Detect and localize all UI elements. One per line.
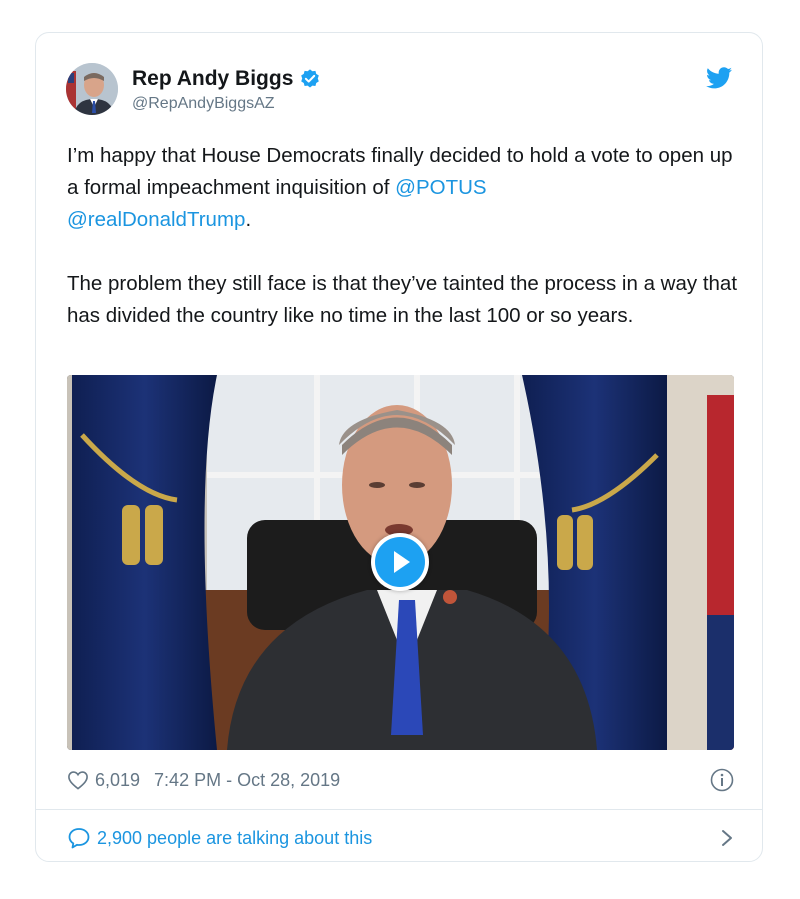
tweet-timestamp[interactable]: 7:42 PM - Oct 28, 2019 [154,770,340,791]
like-count[interactable]: 6,019 [95,770,140,791]
tweet-text: I’m happy that House Democrats finally d… [67,140,747,332]
info-icon[interactable] [710,768,734,792]
tweet-text-part: . [245,208,252,231]
play-icon [375,537,425,587]
author-display-name[interactable]: Rep Andy Biggs [132,67,293,91]
mention-potus-link[interactable]: @POTUS [395,176,486,199]
avatar[interactable] [66,63,118,115]
tweet-paragraph-1: I’m happy that House Democrats finally d… [67,140,747,236]
divider [36,809,762,810]
play-button[interactable] [371,533,429,591]
tweet-paragraph-2: The problem they still face is that they… [67,272,738,327]
video-player[interactable] [67,375,734,750]
like-heart-icon[interactable] [67,770,89,790]
verified-badge-icon [301,69,320,88]
tweet-card: Rep Andy Biggs @RepAndyBiggsAZ I’m happy… [35,32,763,862]
twitter-bird-icon[interactable] [706,67,732,89]
reply-bubble-icon [68,828,90,849]
mention-realdonaldtrump-link[interactable]: @realDonaldTrump [67,208,245,231]
chevron-right-icon[interactable] [720,828,734,848]
author-name-row[interactable]: Rep Andy Biggs [132,67,321,91]
talking-about-label[interactable]: 2,900 people are talking about this [97,828,372,849]
tweet-meta: 6,019 7:42 PM - Oct 28, 2019 [67,767,734,793]
conversation-link[interactable]: 2,900 people are talking about this [67,823,734,853]
author-handle[interactable]: @RepAndyBiggsAZ [132,95,275,113]
